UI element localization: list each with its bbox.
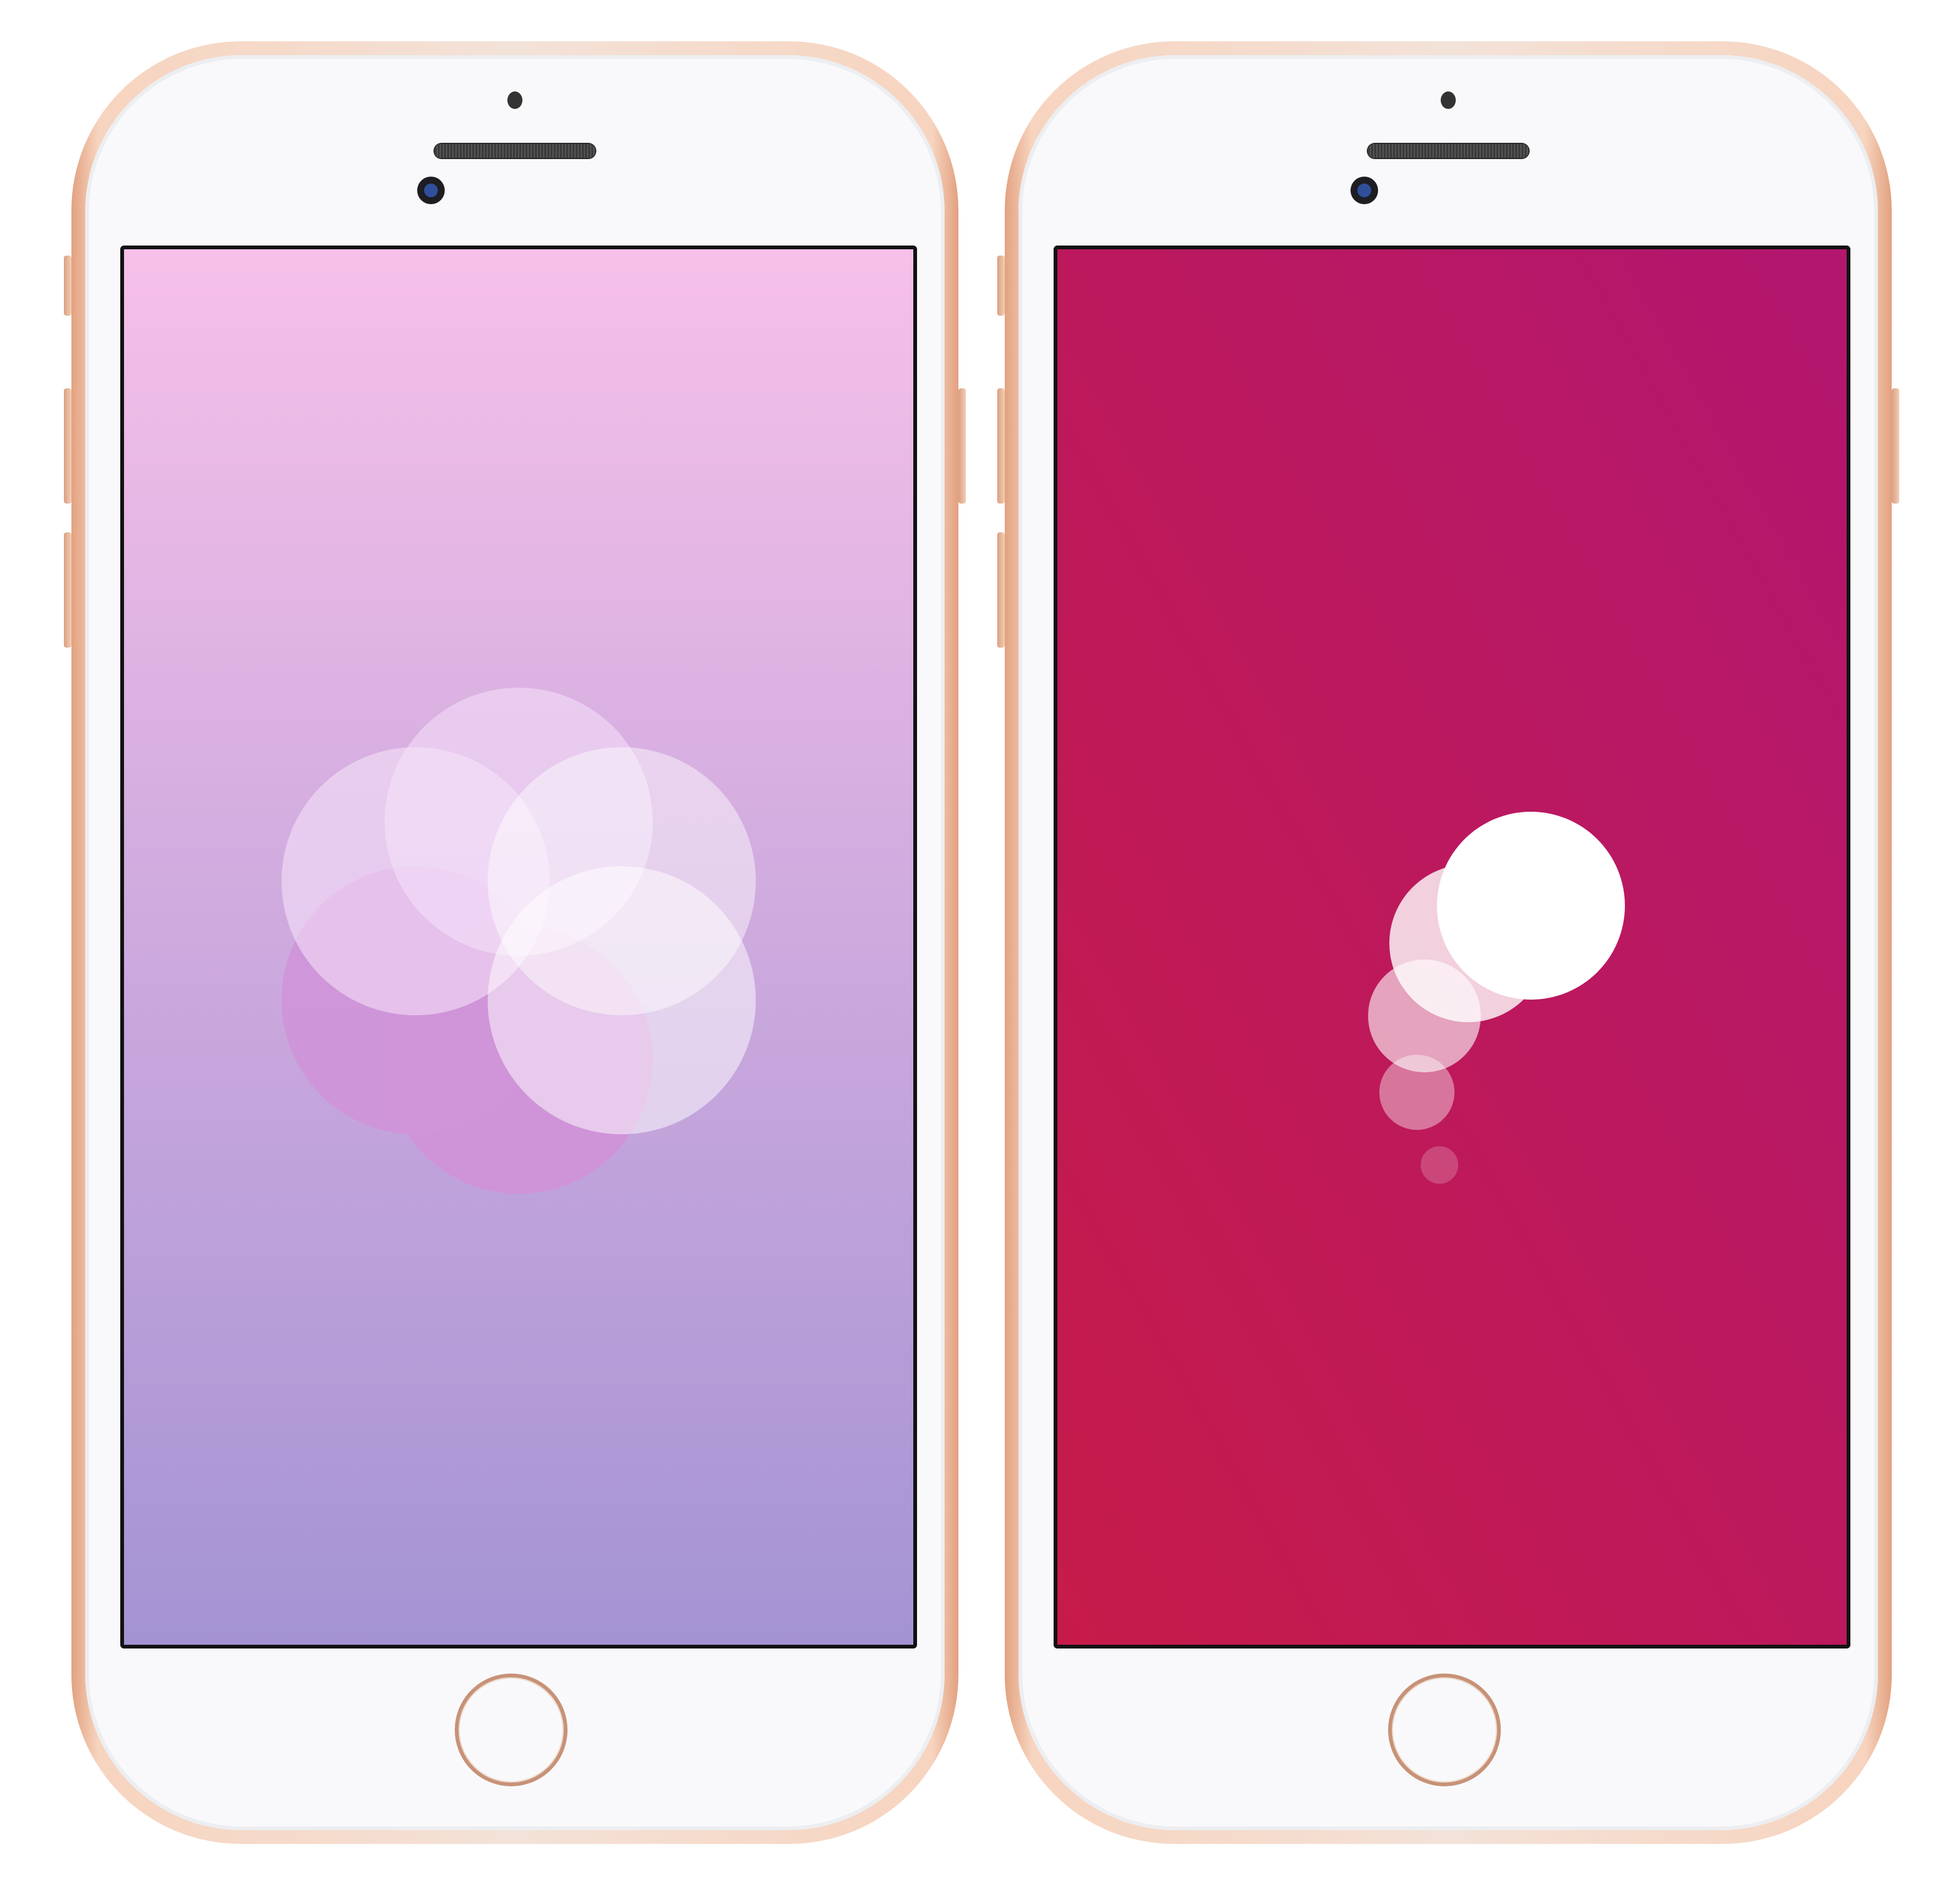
proximity-sensor-icon [1441,91,1456,109]
front-camera-icon [1351,177,1378,204]
proximity-sensor-icon [507,91,522,109]
screen-bubbles [1054,246,1850,1648]
phone-right [997,41,1899,1844]
power-button[interactable] [1892,388,1899,504]
volume-down-button[interactable] [64,532,71,648]
flower-icon [124,249,913,1645]
flower-petal [487,866,756,1134]
mute-switch[interactable] [997,256,1005,316]
front-camera-icon [417,177,445,204]
bubble [1421,1146,1458,1184]
home-button[interactable] [1388,1674,1501,1786]
bubbles-icon [1057,249,1847,1645]
mute-switch[interactable] [64,256,71,316]
home-button[interactable] [455,1674,568,1786]
volume-down-button[interactable] [997,532,1005,648]
volume-up-button[interactable] [64,388,71,504]
earpiece-speaker-icon [1368,144,1528,158]
power-button[interactable] [958,388,966,504]
earpiece-speaker-icon [435,144,595,158]
bubble [1437,812,1625,1000]
phone-left [64,41,966,1844]
screen-breathe [120,246,917,1648]
volume-up-button[interactable] [997,388,1005,504]
